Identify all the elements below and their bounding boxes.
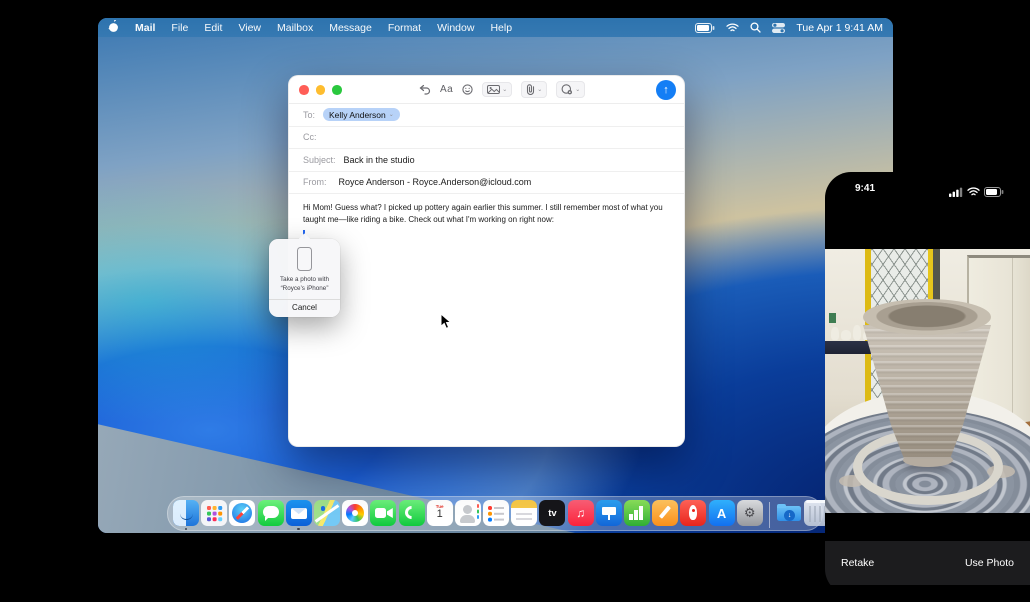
mail-compose-window: Aa ⌄ ⌄ ⌄ ↑ To: — [288, 75, 685, 447]
message-text: Hi Mom! Guess what? I picked up pottery … — [303, 202, 670, 225]
dock-icon-pages[interactable] — [652, 500, 678, 530]
zoom-button[interactable] — [332, 85, 342, 95]
window-titlebar: Aa ⌄ ⌄ ⌄ ↑ — [289, 76, 684, 104]
control-center-icon[interactable] — [772, 23, 785, 33]
iphone-clock: 9:41 — [855, 183, 875, 194]
menu-bar: Mail File Edit View Mailbox Message Form… — [98, 18, 893, 37]
menu-item-mail[interactable]: Mail — [135, 22, 155, 34]
to-field[interactable]: To: Kelly Anderson ⌄ — [289, 104, 684, 127]
chevron-down-icon: ⌄ — [502, 87, 507, 93]
wifi-icon[interactable] — [726, 23, 739, 33]
chevron-down-icon: ⌄ — [389, 112, 394, 118]
menu-bar-clock[interactable]: Tue Apr 1 9:41 AM — [796, 22, 883, 34]
menu-item-mailbox[interactable]: Mailbox — [277, 22, 313, 34]
chevron-down-icon: ⌄ — [575, 87, 580, 93]
recipient-token[interactable]: Kelly Anderson ⌄ — [323, 108, 400, 121]
insert-from-iphone-button[interactable]: ⌄ — [556, 81, 585, 98]
dock-icon-safari[interactable] — [229, 500, 255, 530]
emoji-icon[interactable] — [462, 84, 473, 95]
menu-item-view[interactable]: View — [238, 22, 261, 34]
menu-item-format[interactable]: Format — [388, 22, 421, 34]
iphone-status-bar: 9:41 — [825, 183, 1030, 197]
cancel-button[interactable]: Cancel — [269, 299, 340, 317]
dock-icon-rocket-app[interactable] — [680, 500, 706, 530]
dock-icon-app-store[interactable]: A — [709, 500, 735, 530]
menu-item-window[interactable]: Window — [437, 22, 474, 34]
dock-icon-numbers[interactable] — [624, 500, 650, 530]
dock-icon-music[interactable]: ♫ — [568, 500, 594, 530]
from-value: Royce Anderson - Royce.Anderson@icloud.c… — [339, 177, 532, 187]
from-label: From: — [303, 177, 327, 187]
dock-icon-apple-tv[interactable]: tv — [539, 500, 565, 530]
to-label: To: — [303, 110, 315, 120]
dock: Tue1 tv ♫ A ⚙ — [167, 496, 823, 531]
cc-label: Cc: — [303, 132, 317, 142]
mouse-cursor — [440, 313, 452, 335]
cellular-signal-icon — [949, 184, 963, 202]
mac-desktop: Mail File Edit View Mailbox Message Form… — [98, 18, 893, 533]
send-button[interactable]: ↑ — [656, 80, 676, 100]
recipient-name: Kelly Anderson — [329, 110, 386, 120]
wifi-icon — [967, 184, 980, 202]
minimize-button[interactable] — [316, 85, 326, 95]
calendar-day: 1 — [427, 509, 453, 520]
dock-icon-launchpad[interactable] — [201, 500, 227, 530]
dock-icon-reminders[interactable] — [483, 500, 509, 530]
photo-browser-button[interactable]: ⌄ — [482, 82, 512, 97]
dock-icon-messages[interactable] — [258, 500, 284, 530]
dock-icon-keynote[interactable] — [596, 500, 622, 530]
iphone-icon — [297, 247, 312, 271]
running-indicator — [185, 528, 188, 531]
undo-icon[interactable] — [419, 84, 431, 95]
menu-item-message[interactable]: Message — [329, 22, 372, 34]
attach-file-button[interactable]: ⌄ — [521, 81, 547, 98]
battery-icon — [984, 184, 1004, 202]
cc-field[interactable]: Cc: — [289, 127, 684, 150]
dock-icon-notes[interactable] — [511, 500, 537, 530]
shelf — [825, 341, 871, 354]
close-button[interactable] — [299, 85, 309, 95]
battery-icon[interactable] — [695, 23, 715, 33]
dock-icon-photos[interactable] — [342, 500, 368, 530]
subject-value: Back in the studio — [344, 155, 415, 165]
format-button[interactable]: Aa — [440, 84, 453, 95]
subject-field[interactable]: Subject: Back in the studio — [289, 149, 684, 172]
captured-photo-pottery — [825, 249, 1030, 513]
dock-icon-facetime[interactable] — [370, 500, 396, 530]
menu-item-edit[interactable]: Edit — [204, 22, 222, 34]
use-photo-button[interactable]: Use Photo — [965, 557, 1014, 569]
popover-line1: Take a photo with — [273, 275, 336, 284]
dock-icon-phone[interactable] — [399, 500, 425, 530]
chevron-down-icon: ⌄ — [537, 87, 542, 93]
dock-icon-maps[interactable] — [314, 500, 340, 530]
dock-icon-calendar[interactable]: Tue1 — [427, 500, 453, 530]
dock-icon-downloads-folder[interactable] — [776, 500, 802, 530]
dock-icon-contacts[interactable] — [455, 500, 481, 530]
popover-line2: “Royce’s iPhone” — [273, 284, 336, 293]
menu-item-file[interactable]: File — [171, 22, 188, 34]
message-body[interactable]: Hi Mom! Guess what? I picked up pottery … — [289, 194, 684, 239]
dock-icon-mail[interactable] — [286, 500, 312, 530]
from-field[interactable]: From: Royce Anderson - Royce.Anderson@ic… — [289, 172, 684, 195]
iphone-screen: 9:41 Ret — [825, 172, 1030, 595]
apple-menu-icon[interactable] — [108, 20, 119, 36]
menu-item-help[interactable]: Help — [490, 22, 512, 34]
dock-icon-finder[interactable] — [173, 500, 199, 530]
camera-action-bar: Retake Use Photo — [825, 541, 1030, 585]
dock-divider — [769, 502, 770, 528]
running-indicator — [297, 528, 300, 531]
dock-icon-system-settings[interactable]: ⚙ — [737, 500, 763, 530]
subject-label: Subject: — [303, 155, 336, 165]
search-icon[interactable] — [750, 22, 761, 33]
continuity-camera-popover: Take a photo with “Royce’s iPhone” Cance… — [269, 239, 340, 317]
retake-button[interactable]: Retake — [841, 557, 874, 569]
